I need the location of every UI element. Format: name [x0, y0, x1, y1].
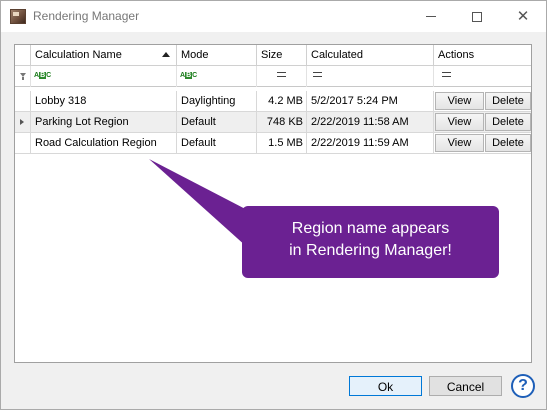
filter-row: ABC ABC	[15, 66, 531, 87]
cell-name[interactable]: Road Calculation Region	[31, 133, 177, 153]
row-header[interactable]	[15, 91, 31, 111]
close-icon: ✕	[516, 8, 530, 25]
close-button[interactable]: ✕	[500, 1, 546, 32]
rendering-manager-icon	[10, 9, 26, 24]
filter-name-cell[interactable]: ABC	[31, 66, 177, 87]
cell-mode[interactable]: Daylighting	[177, 91, 257, 111]
cell-size[interactable]: 4.2 MB	[257, 91, 307, 111]
column-header-actions[interactable]: Actions	[434, 45, 531, 66]
column-header-calculated[interactable]: Calculated	[307, 45, 434, 66]
table-row[interactable]: Parking Lot Region Default 748 KB 2/22/2…	[15, 112, 531, 133]
title-bar[interactable]: Rendering Manager ✕	[1, 1, 546, 32]
maximize-icon	[472, 11, 482, 22]
view-button[interactable]: View	[435, 134, 484, 152]
column-header-name-label: Calculation Name	[35, 49, 122, 61]
ok-button[interactable]: Ok	[349, 376, 422, 396]
abc-filter-icon[interactable]: ABC	[34, 72, 51, 79]
cell-size[interactable]: 748 KB	[257, 112, 307, 132]
column-header-size[interactable]: Size	[257, 45, 307, 66]
filter-row-header	[15, 66, 31, 87]
column-header-name[interactable]: Calculation Name	[31, 45, 177, 66]
equals-filter-icon[interactable]	[313, 72, 322, 77]
cell-calculated[interactable]: 2/22/2019 11:58 AM	[307, 112, 434, 132]
annotation-callout: Region name appears in Rendering Manager…	[242, 206, 499, 278]
column-header-mode[interactable]: Mode	[177, 45, 257, 66]
cell-mode[interactable]: Default	[177, 133, 257, 153]
table-row[interactable]: Lobby 318 Daylighting 4.2 MB 5/2/2017 5:…	[15, 91, 531, 112]
cell-calculated[interactable]: 5/2/2017 5:24 PM	[307, 91, 434, 111]
minimize-button[interactable]	[408, 1, 454, 32]
help-icon[interactable]: ?	[511, 374, 535, 398]
minimize-icon	[426, 16, 436, 17]
filter-calculated-cell[interactable]	[307, 66, 434, 87]
cancel-button[interactable]: Cancel	[429, 376, 502, 396]
delete-button[interactable]: Delete	[485, 113, 531, 131]
callout-line-2: in Rendering Manager!	[289, 242, 452, 259]
delete-button[interactable]: Delete	[485, 134, 531, 152]
window-title: Rendering Manager	[33, 9, 140, 23]
delete-button[interactable]: Delete	[485, 92, 531, 110]
filter-mode-cell[interactable]: ABC	[177, 66, 257, 87]
rendering-manager-window: Rendering Manager ✕ Calculation Name Mod…	[0, 0, 547, 410]
callout-line-1: Region name appears	[291, 220, 450, 237]
row-indicator-icon	[20, 119, 24, 125]
cell-name[interactable]: Parking Lot Region	[31, 112, 177, 132]
table-row[interactable]: Road Calculation Region Default 1.5 MB 2…	[15, 133, 531, 154]
cell-size[interactable]: 1.5 MB	[257, 133, 307, 153]
view-button[interactable]: View	[435, 92, 484, 110]
filter-actions-cell[interactable]	[434, 66, 531, 87]
abc-filter-icon[interactable]: ABC	[180, 72, 197, 79]
filter-size-cell[interactable]	[257, 66, 307, 87]
equals-filter-icon[interactable]	[442, 72, 451, 77]
funnel-icon	[20, 73, 26, 80]
grid-header: Calculation Name Mode Size Calculated Ac…	[15, 45, 531, 66]
sort-ascending-icon	[162, 52, 170, 57]
maximize-button[interactable]	[454, 1, 500, 32]
view-button[interactable]: View	[435, 113, 484, 131]
row-header-corner	[15, 45, 31, 66]
cell-calculated[interactable]: 2/22/2019 11:59 AM	[307, 133, 434, 153]
calculations-grid: Calculation Name Mode Size Calculated Ac…	[14, 44, 532, 363]
cell-name[interactable]: Lobby 318	[31, 91, 177, 111]
cell-mode[interactable]: Default	[177, 112, 257, 132]
row-header[interactable]	[15, 112, 31, 132]
equals-filter-icon[interactable]	[277, 72, 286, 77]
row-header[interactable]	[15, 133, 31, 153]
